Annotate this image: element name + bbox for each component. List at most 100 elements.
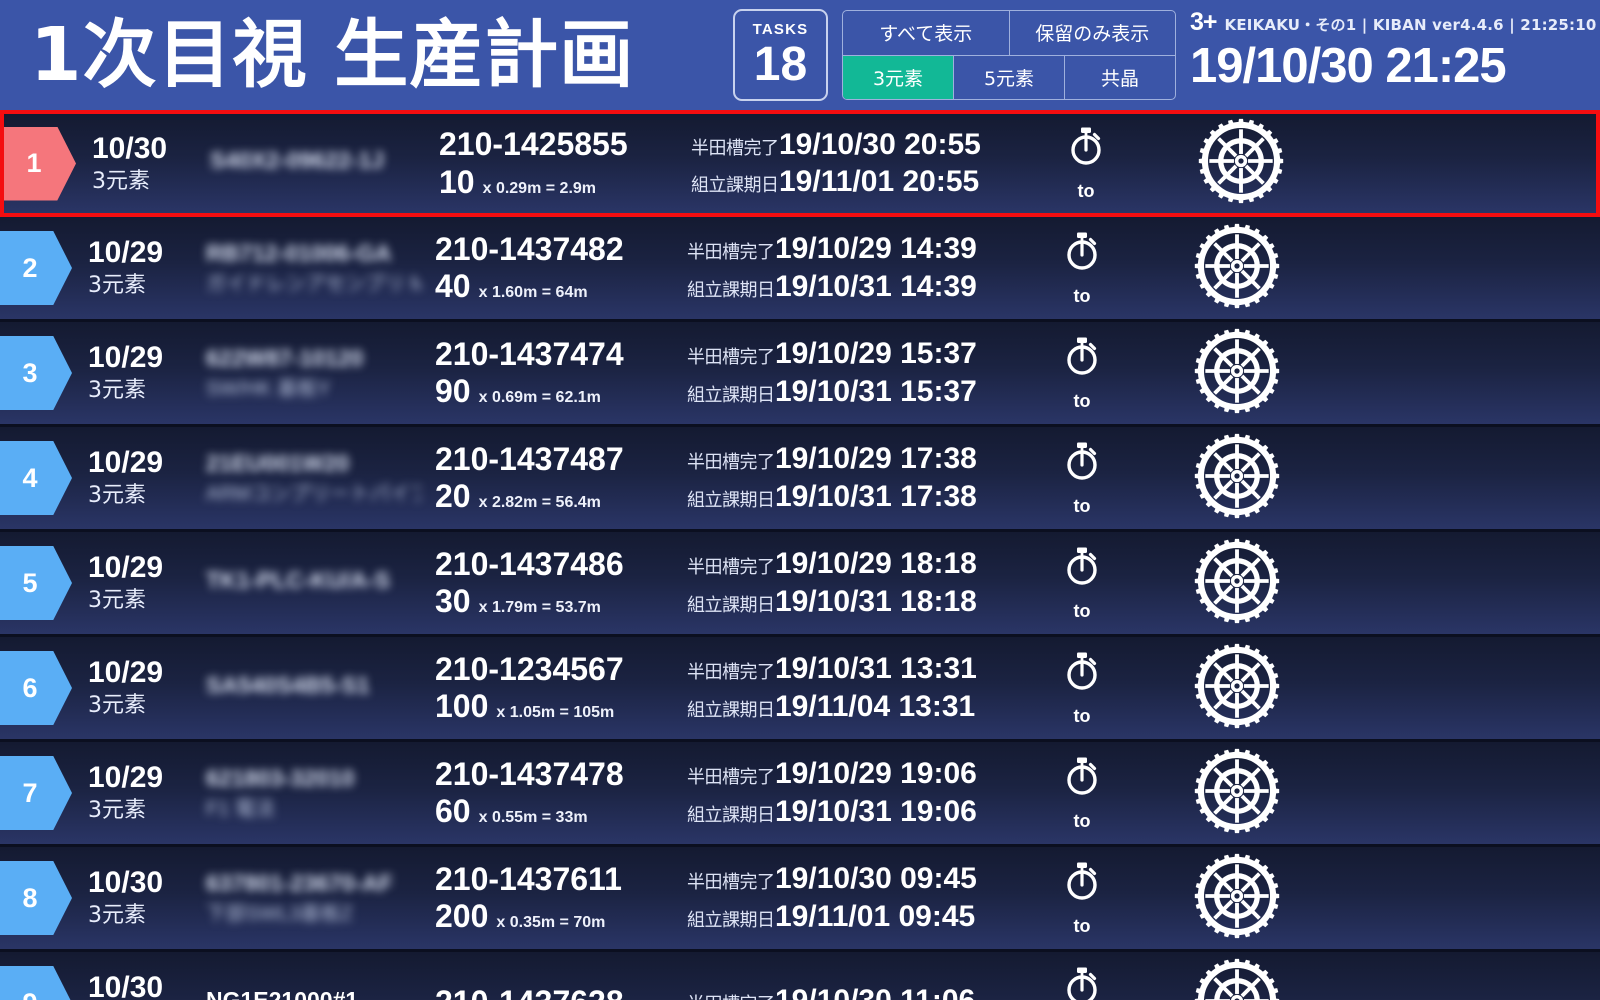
- gear-icon: [1193, 327, 1281, 420]
- row-sequence-number: 3: [22, 357, 38, 388]
- row-order-number: 210-1437487: [435, 440, 624, 477]
- solder-done-label: 半田槽完了: [687, 990, 775, 1000]
- assembly-due-label: 組立課期日: [687, 594, 775, 616]
- row-product-column: 21EU001W20 ARMコンプリートパイプ: [206, 450, 421, 505]
- row-schedule-column: 半田槽完了 19/10/29 18:18 組立課期日 19/10/31 18:1…: [687, 547, 1027, 619]
- row-date: 10/29: [88, 236, 164, 270]
- stopwatch-icon: [1064, 757, 1100, 802]
- assembly-due-label: 組立課期日: [687, 699, 775, 721]
- table-row[interactable]: 5 10/29 3元素 TK1-PLC-KU/A-S 210-1437486 3…: [0, 532, 1600, 637]
- row-timer-column[interactable]: to: [1027, 652, 1137, 725]
- row-date-column: 10/30 3元素: [88, 865, 192, 930]
- row-timer-column[interactable]: to: [1027, 967, 1137, 1000]
- gear-icon: [1193, 852, 1281, 945]
- tasks-label: TASKS: [752, 20, 809, 38]
- row-process-column[interactable]: [1137, 747, 1337, 840]
- row-process-column[interactable]: [1137, 957, 1337, 1000]
- assembly-due-value: 19/11/04 13:31: [775, 689, 976, 723]
- row-material-kind: 3元素: [88, 903, 146, 928]
- assembly-due-value: 19/10/31 14:39: [775, 269, 977, 303]
- row-sequence-number: 9: [22, 989, 37, 1000]
- row-order-column: 210-1437487 20 x 2.82m = 56.4m: [435, 441, 675, 516]
- table-row[interactable]: 8 10/30 3元素 637801-23670-AF 下部SWL3基板Z 21…: [0, 847, 1600, 952]
- row-timer-column[interactable]: to: [1027, 547, 1137, 620]
- row-timer-column[interactable]: to: [1031, 127, 1141, 200]
- table-row[interactable]: 9 10/30 3元素 NG1E21000#1 210-1437628 半田槽完…: [0, 952, 1600, 1000]
- filter-show-all[interactable]: すべて表示: [843, 11, 1010, 55]
- clock-display: 19/10/30 21:25: [1190, 39, 1507, 93]
- row-timer-column[interactable]: to: [1027, 757, 1137, 830]
- production-plan-list[interactable]: 1 10/30 3元素 S40X2-09622-1J 210-1425855 1…: [0, 110, 1600, 1000]
- row-schedule-column: 半田槽完了 19/10/29 19:06 組立課期日 19/10/31 19:0…: [687, 757, 1027, 829]
- row-timer-column[interactable]: to: [1027, 862, 1137, 935]
- gear-icon: [1193, 642, 1281, 735]
- row-quantity: 60: [435, 793, 471, 830]
- row-schedule-column: 半田槽完了 19/10/30 11:06: [687, 984, 1027, 1000]
- table-row[interactable]: 6 10/29 3元素 SA540S4B5-S1 210-1234567 100…: [0, 637, 1600, 742]
- row-timer-column[interactable]: to: [1027, 337, 1137, 410]
- row-order-number: 210-1437611: [435, 860, 622, 897]
- row-process-column[interactable]: [1137, 642, 1337, 735]
- row-product-code: S40X2-09622-1J: [210, 147, 384, 174]
- solder-done-label: 半田槽完了: [687, 872, 775, 893]
- filter-elem5[interactable]: 5元素: [954, 55, 1065, 99]
- row-product-column: S40X2-09622-1J: [210, 147, 425, 179]
- row-product-column: SA540S4B5-S1: [206, 672, 421, 704]
- table-row[interactable]: 4 10/29 3元素 21EU001W20 ARMコンプリートパイプ 210-…: [0, 427, 1600, 532]
- row-product-column: NG1E21000#1: [206, 987, 421, 1000]
- row-process-column[interactable]: [1137, 852, 1337, 945]
- table-row[interactable]: 7 10/29 3元素 621803-32010 F1 電法 210-14374…: [0, 742, 1600, 847]
- row-quantity: 90: [435, 373, 471, 410]
- row-schedule-column: 半田槽完了 19/10/29 14:39 組立課期日 19/10/31 14:3…: [687, 232, 1027, 304]
- assembly-due-value: 19/11/01 09:45: [775, 899, 976, 933]
- row-material-kind: 3元素: [88, 483, 146, 508]
- row-timer-column[interactable]: to: [1027, 442, 1137, 515]
- app-header: 1次目視 生産計画 TASKS 18 すべて表示 保留のみ表示 3元素 5元素 …: [0, 0, 1600, 110]
- filter-eutectic[interactable]: 共晶: [1065, 56, 1175, 100]
- row-date-column: 10/29 3元素: [88, 445, 192, 510]
- row-product-name: ARMコンプリートパイプ: [206, 482, 421, 505]
- row-process-column[interactable]: [1137, 327, 1337, 420]
- row-sequence-badge: 2: [0, 231, 72, 305]
- row-process-column[interactable]: [1137, 537, 1337, 630]
- row-product-name: SW/HK 基板Y: [206, 377, 331, 400]
- row-sequence-number: 4: [22, 462, 38, 493]
- row-product-code: NG1E21000#1: [206, 986, 359, 1000]
- system-info-panel: 3+ KEIKAKU・その1 | KIBAN ver4.4.6 | 21:25:…: [1190, 10, 1596, 93]
- assembly-due-label: 組立課期日: [687, 384, 775, 406]
- solder-done-label: 半田槽完了: [691, 137, 779, 159]
- row-product-column: TK1-PLC-KU/A-S: [206, 567, 421, 599]
- row-material-kind: 3元素: [88, 588, 146, 613]
- row-order-column: 210-1437478 60 x 0.55m = 33m: [435, 756, 675, 831]
- row-sequence-number: 6: [22, 672, 38, 703]
- row-sequence-badge: 5: [0, 546, 72, 620]
- row-sequence-badge: 7: [0, 756, 72, 830]
- timer-to-label: to: [1073, 810, 1091, 831]
- row-product-code: 622W87-10120: [206, 345, 364, 372]
- table-row[interactable]: 3 10/29 3元素 622W87-10120 SW/HK 基板Y 210-1…: [0, 322, 1600, 427]
- row-process-column[interactable]: [1137, 432, 1337, 525]
- table-row[interactable]: 1 10/30 3元素 S40X2-09622-1J 210-1425855 1…: [0, 110, 1600, 217]
- row-order-column: 210-1437628: [435, 984, 675, 1000]
- assembly-due-value: 19/11/01 20:55: [779, 165, 980, 198]
- row-process-column[interactable]: [1141, 117, 1341, 210]
- timer-to-label: to: [1073, 915, 1091, 936]
- row-date-column: 10/29 3元素: [88, 655, 192, 720]
- row-date: 10/30: [88, 866, 164, 900]
- row-sequence-number: 5: [22, 567, 38, 598]
- row-timer-column[interactable]: to: [1027, 232, 1137, 305]
- solder-done-label: 半田槽完了: [687, 662, 775, 683]
- filter-elem3[interactable]: 3元素: [843, 55, 954, 99]
- row-order-number: 210-1437478: [435, 755, 624, 792]
- row-sequence-badge: 6: [0, 651, 72, 725]
- table-row[interactable]: 2 10/29 3元素 RB712-01006-GA ガイドレンアセンブリ M1…: [0, 217, 1600, 322]
- filter-show-hold-only[interactable]: 保留のみ表示: [1010, 11, 1176, 55]
- row-process-column[interactable]: [1137, 222, 1337, 315]
- row-product-code: TK1-PLC-KU/A-S: [206, 566, 390, 593]
- row-date-column: 10/29 3元素: [88, 760, 192, 825]
- row-product-name: 下部SWL3基板Z: [206, 902, 353, 925]
- timer-to-label: to: [1073, 495, 1091, 516]
- assembly-due-value: 19/10/31 18:18: [775, 584, 977, 618]
- row-schedule-column: 半田槽完了 19/10/31 13:31 組立課期日 19/11/04 13:3…: [687, 652, 1027, 724]
- solder-done-label: 半田槽完了: [687, 452, 775, 473]
